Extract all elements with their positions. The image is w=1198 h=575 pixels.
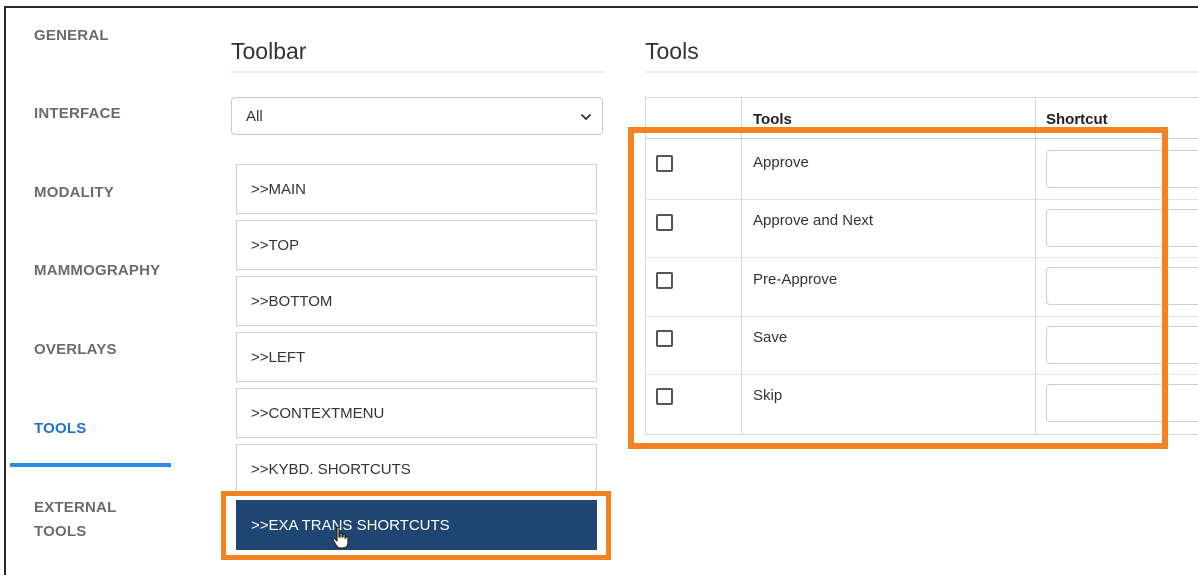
chevron-down-icon (581, 114, 591, 120)
tools-title-divider (645, 71, 1198, 73)
toolbar-item-bottom[interactable]: >>BOTTOM (236, 276, 597, 326)
nav-interface[interactable]: INTERFACE (34, 102, 121, 126)
toolbar-item-label: >>BOTTOM (251, 293, 333, 310)
toolbar-item-label: >>TOP (251, 237, 300, 254)
highlight-box-toolbar-item (221, 491, 611, 560)
nav-general[interactable]: GENERAL (34, 24, 109, 48)
toolbar-item-kybd-shortcuts[interactable]: >>KYBD. SHORTCUTS (236, 444, 597, 494)
nav-external-tools-line2: TOOLS (34, 523, 87, 540)
toolbar-title: Toolbar (231, 38, 307, 64)
toolbar-item-label: >>MAIN (251, 181, 307, 198)
nav-external-tools[interactable]: EXTERNAL TOOLS (34, 496, 116, 544)
toolbar-item-main[interactable]: >>MAIN (236, 164, 597, 214)
tools-title: Tools (645, 38, 699, 64)
nav-external-tools-line1: EXTERNAL (34, 499, 117, 516)
nav-active-indicator (10, 463, 171, 467)
nav-mammography[interactable]: MAMMOGRAPHY (34, 259, 160, 283)
toolbar-item-left[interactable]: >>LEFT (236, 332, 597, 382)
hand-cursor-icon (332, 526, 349, 549)
nav-tools[interactable]: TOOLS (34, 417, 86, 441)
nav-modality[interactable]: MODALITY (34, 181, 114, 205)
toolbar-item-top[interactable]: >>TOP (236, 220, 597, 270)
column-header-tools: Tools (753, 111, 792, 128)
toolbar-filter-value: All (246, 108, 263, 125)
toolbar-item-contextmenu[interactable]: >>CONTEXTMENU (236, 388, 597, 438)
toolbar-item-label: >>LEFT (251, 349, 306, 366)
highlight-box-tools-table (628, 127, 1168, 449)
column-header-shortcut: Shortcut (1046, 111, 1108, 128)
toolbar-title-divider (231, 71, 605, 73)
toolbar-item-label: >>KYBD. SHORTCUTS (251, 461, 411, 478)
toolbar-filter-select[interactable]: All (231, 97, 603, 135)
toolbar-item-label: >>CONTEXTMENU (251, 405, 385, 422)
nav-overlays[interactable]: OVERLAYS (34, 338, 117, 362)
